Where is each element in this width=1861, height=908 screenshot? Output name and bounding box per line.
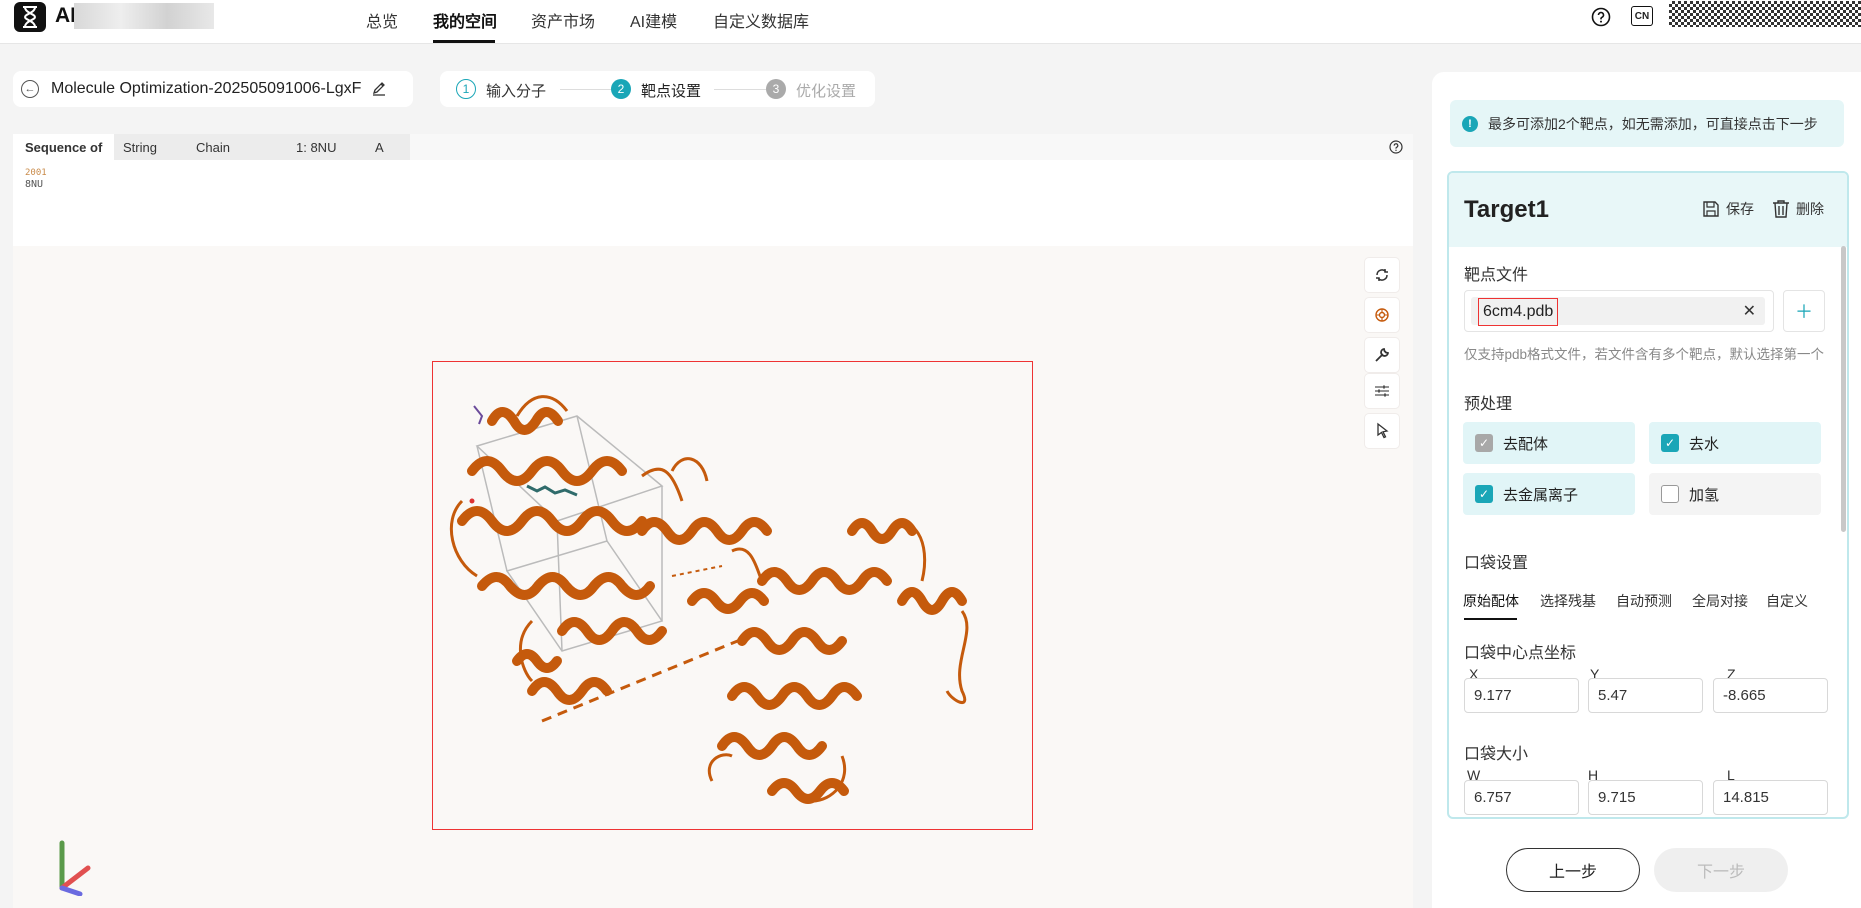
step-2-label[interactable]: 靶点设置 (641, 80, 701, 101)
delete-button[interactable]: 删除 (1772, 199, 1824, 219)
step-1-label[interactable]: 输入分子 (486, 80, 546, 101)
alert-text: 最多可添加2个靶点，如无需添加，可直接点击下一步 (1488, 115, 1818, 132)
entity-select[interactable]: 1: 8NU (296, 140, 336, 155)
option-remove-ligand[interactable]: ✓ 去配体 (1463, 422, 1635, 464)
settings-sliders-icon[interactable] (1365, 374, 1399, 408)
prev-step-button[interactable]: 上一步 (1506, 848, 1640, 892)
checkbox-checked-icon: ✓ (1475, 485, 1493, 503)
tab-auto-predict[interactable]: 自动预测 (1616, 591, 1672, 611)
preprocess-label: 预处理 (1464, 396, 1513, 413)
target-title: Target1 (1464, 196, 1549, 223)
target-file-field[interactable]: 6cm4.pdb ✕ (1464, 290, 1774, 332)
option-remove-water[interactable]: ✓ 去水 (1649, 422, 1821, 464)
file-format-hint: 仅支持pdb格式文件，若文件含有多个靶点，默认选择第一个 (1464, 347, 1825, 362)
center-x-input[interactable]: 9.177 (1464, 678, 1579, 713)
nav-overview[interactable]: 总览 (366, 8, 398, 32)
residue-name[interactable]: 8NU (25, 179, 43, 190)
sequence-of-label: Sequence of (13, 134, 115, 160)
size-l-input[interactable]: 14.815 (1713, 780, 1828, 815)
logo-text: AI (55, 4, 76, 27)
help-icon[interactable] (1389, 140, 1403, 157)
pointer-icon[interactable] (1365, 414, 1399, 448)
option-remove-metal-ions[interactable]: ✓ 去金属离子 (1463, 473, 1635, 515)
focus-icon[interactable] (1365, 298, 1399, 332)
logo-hourglass-icon[interactable] (14, 2, 46, 32)
checkbox-checked-icon: ✓ (1475, 434, 1493, 452)
save-label: 保存 (1726, 201, 1754, 217)
sequence-panel: Sequence of String Chain 1: 8NU A 2001 8… (13, 134, 1413, 246)
pocket-size-label: 口袋大小 (1464, 746, 1529, 763)
step-3-label[interactable]: 优化设置 (796, 80, 856, 101)
selection-highlight (432, 361, 1033, 830)
step-3-number: 3 (766, 79, 786, 99)
nav-my-space[interactable]: 我的空间 (433, 8, 497, 32)
add-file-button[interactable]: ＋ (1783, 290, 1825, 332)
info-icon: ! (1462, 115, 1478, 132)
step-connector (714, 89, 770, 90)
tab-original-ligand[interactable]: 原始配体 (1463, 591, 1519, 611)
center-y-input[interactable]: 5.47 (1588, 678, 1703, 713)
nav-ai-modeling[interactable]: AI建模 (630, 8, 677, 32)
nav-asset-market[interactable]: 资产市场 (531, 8, 595, 32)
target-file-label: 靶点文件 (1464, 267, 1529, 284)
option-add-hydrogen[interactable]: 加氢 (1649, 473, 1821, 515)
checkbox-empty-icon (1661, 485, 1679, 503)
top-navbar: AI 总览 我的空间 资产市场 AI建模 自定义数据库 CN (0, 0, 1861, 44)
chain-select[interactable]: A (375, 140, 384, 155)
trash-icon (1773, 200, 1789, 218)
chain-label: Chain (196, 140, 230, 155)
size-w-input[interactable]: 6.757 (1464, 780, 1579, 815)
string-select[interactable]: String (123, 140, 157, 155)
nav-custom-database[interactable]: 自定义数据库 (713, 8, 809, 32)
sequence-header: Sequence of String Chain 1: 8NU A (13, 134, 1413, 160)
pocket-center-label: 口袋中心点坐标 (1464, 645, 1577, 662)
wrench-icon[interactable] (1365, 338, 1399, 372)
language-switch[interactable]: CN (1631, 6, 1653, 26)
info-alert: ! 最多可添加2个靶点，如无需添加，可直接点击下一步 (1450, 100, 1844, 147)
tab-custom[interactable]: 自定义 (1766, 591, 1808, 611)
center-z-input[interactable]: -8.665 (1713, 678, 1828, 713)
tab-active-indicator (1464, 618, 1517, 620)
project-title: Molecule Optimization-202505091006-LgxF (51, 80, 362, 97)
step-indicator: 1 输入分子 2 靶点设置 3 优化设置 (440, 71, 875, 107)
nav-active-indicator (433, 40, 495, 43)
target-file-name: 6cm4.pdb (1478, 298, 1559, 326)
delete-label: 删除 (1796, 201, 1824, 217)
residue-number: 2001 (25, 168, 47, 178)
tab-select-residues[interactable]: 选择残基 (1540, 591, 1596, 611)
step-1-number: 1 (456, 79, 476, 99)
save-button[interactable]: 保存 (1702, 199, 1754, 219)
project-title-bar: ← Molecule Optimization-202505091006-Lgx… (13, 71, 413, 107)
clear-file-icon[interactable]: ✕ (1743, 301, 1756, 321)
axes-gizmo-icon (59, 840, 91, 896)
step-connector (560, 89, 616, 90)
logo-redacted (74, 3, 214, 29)
user-info-redacted[interactable] (1669, 1, 1861, 27)
target-card-header: Target1 保存 删除 (1449, 173, 1847, 247)
pocket-settings-label: 口袋设置 (1464, 555, 1529, 572)
target-card: Target1 保存 删除 靶点文件 6cm4.pdb ✕ ＋ 仅支持pdb格式… (1447, 171, 1849, 819)
next-step-button[interactable]: 下一步 (1654, 848, 1788, 892)
step-2-number: 2 (611, 79, 631, 99)
back-arrow-icon[interactable]: ← (21, 80, 39, 98)
help-icon[interactable] (1590, 6, 1612, 28)
checkbox-checked-icon: ✓ (1661, 434, 1679, 452)
save-icon (1703, 201, 1719, 217)
tab-global-docking[interactable]: 全局对接 (1692, 591, 1748, 611)
panel-scrollbar[interactable] (1841, 246, 1846, 532)
size-h-input[interactable]: 9.715 (1588, 780, 1703, 815)
reset-icon[interactable] (1365, 258, 1399, 292)
edit-pencil-icon[interactable] (371, 80, 387, 99)
